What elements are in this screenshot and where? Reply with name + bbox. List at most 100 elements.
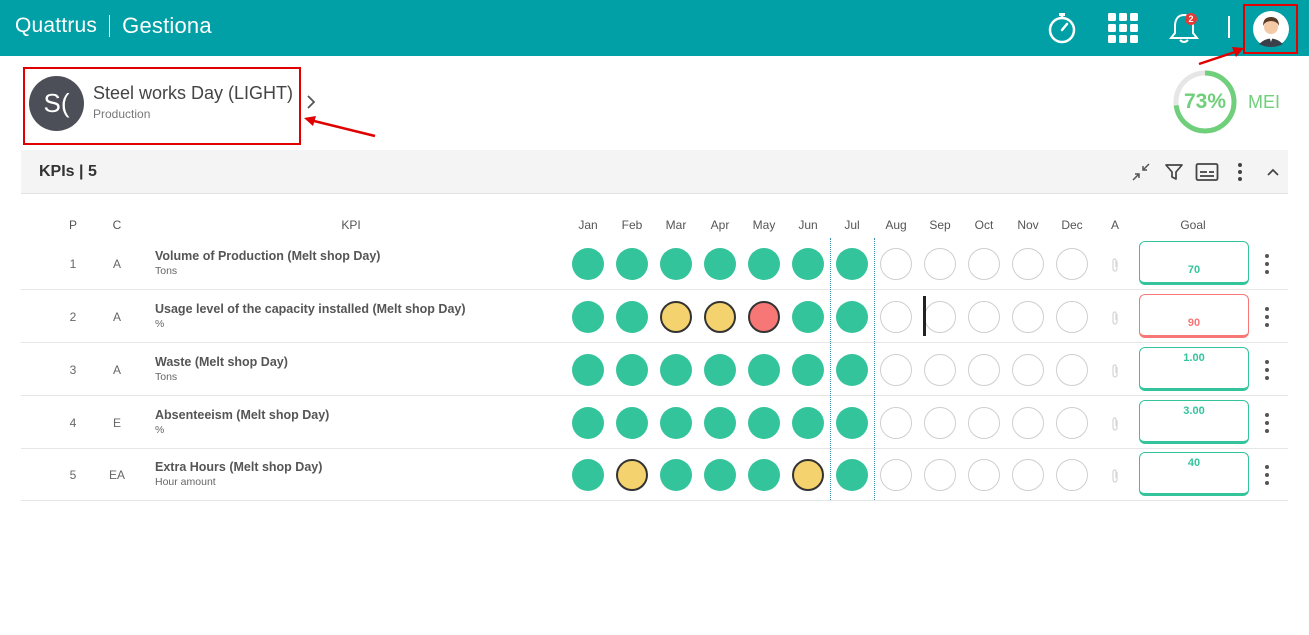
month-status-empty[interactable] (968, 459, 1000, 491)
month-status-green[interactable] (616, 407, 648, 439)
month-status-green[interactable] (572, 248, 604, 280)
month-status-green[interactable] (660, 354, 692, 386)
month-status-green[interactable] (748, 248, 780, 280)
month-status-empty[interactable] (1056, 459, 1088, 491)
kpi-name-link[interactable]: Extra Hours (Melt shop Day) (155, 460, 322, 474)
month-status-empty[interactable] (1012, 459, 1044, 491)
table-row[interactable]: 5 EA Extra Hours (Melt shop Day) Hour amoun… (21, 449, 1288, 501)
month-status-green[interactable] (748, 459, 780, 491)
month-status-empty[interactable] (1012, 301, 1044, 333)
header-c[interactable]: C (113, 218, 122, 232)
apps-grid-icon[interactable] (1104, 9, 1142, 47)
row-more-vert-icon[interactable] (1259, 360, 1275, 380)
user-avatar-button[interactable] (1243, 4, 1298, 54)
header-month[interactable]: Apr (711, 218, 730, 232)
table-row[interactable]: 1 A Volume of Production (Melt shop Day) To… (21, 238, 1288, 290)
month-status-green[interactable] (836, 248, 868, 280)
indicator-header[interactable]: S( Steel works Day (LIGHT) Production (23, 67, 301, 145)
month-status-green[interactable] (660, 407, 692, 439)
header-month[interactable]: Sep (929, 218, 950, 232)
header-month[interactable]: Mar (666, 218, 687, 232)
attachment-icon[interactable] (1109, 310, 1121, 326)
month-status-empty[interactable] (1012, 354, 1044, 386)
month-status-green[interactable] (660, 459, 692, 491)
month-status-green[interactable] (836, 301, 868, 333)
month-status-yellow[interactable] (616, 459, 648, 491)
month-status-green[interactable] (792, 248, 824, 280)
header-kpi[interactable]: KPI (341, 218, 360, 232)
kpi-name-link[interactable]: Usage level of the capacity installed (M… (155, 302, 466, 316)
header-month[interactable]: Aug (885, 218, 906, 232)
subtitles-icon[interactable] (1195, 160, 1219, 184)
row-more-vert-icon[interactable] (1259, 413, 1275, 433)
goal-box[interactable]: 3.00 (1139, 400, 1249, 444)
month-status-yellow[interactable] (792, 459, 824, 491)
table-row[interactable]: 2 A Usage level of the capacity installed … (21, 291, 1288, 343)
mei-gauge[interactable]: 73% (1172, 69, 1238, 135)
month-status-green[interactable] (792, 354, 824, 386)
row-more-vert-icon[interactable] (1259, 307, 1275, 327)
month-status-green[interactable] (572, 301, 604, 333)
month-status-empty[interactable] (1056, 354, 1088, 386)
header-month[interactable]: Jun (798, 218, 817, 232)
header-month[interactable]: Dec (1061, 218, 1082, 232)
month-status-green[interactable] (660, 248, 692, 280)
header-month[interactable]: Nov (1017, 218, 1038, 232)
attachment-icon[interactable] (1109, 468, 1121, 484)
kpi-name-link[interactable]: Volume of Production (Melt shop Day) (155, 249, 380, 263)
month-status-empty[interactable] (1056, 248, 1088, 280)
header-month[interactable]: Feb (622, 218, 643, 232)
header-month[interactable]: May (753, 218, 776, 232)
month-status-empty[interactable] (968, 301, 1000, 333)
month-status-yellow[interactable] (704, 301, 736, 333)
chevron-up-icon[interactable] (1261, 160, 1285, 184)
month-status-empty[interactable] (880, 354, 912, 386)
row-more-vert-icon[interactable] (1259, 254, 1275, 274)
month-status-empty[interactable] (924, 301, 956, 333)
header-attachments[interactable]: A (1111, 218, 1119, 232)
stopwatch-icon[interactable] (1043, 9, 1081, 47)
table-row[interactable]: 3 A Waste (Melt shop Day) Tons 1.00 (21, 344, 1288, 396)
kpi-name-link[interactable]: Absenteeism (Melt shop Day) (155, 408, 329, 422)
collapse-arrows-icon[interactable] (1129, 160, 1153, 184)
month-status-green[interactable] (616, 301, 648, 333)
header-month[interactable]: Jul (844, 218, 859, 232)
month-status-empty[interactable] (1012, 248, 1044, 280)
header-goal[interactable]: Goal (1180, 218, 1205, 232)
month-status-green[interactable] (704, 407, 736, 439)
header-p[interactable]: P (69, 218, 77, 232)
month-status-green[interactable] (704, 248, 736, 280)
month-status-green[interactable] (836, 407, 868, 439)
more-vert-icon[interactable] (1228, 160, 1252, 184)
header-month[interactable]: Oct (975, 218, 994, 232)
month-status-empty[interactable] (880, 459, 912, 491)
month-status-yellow[interactable] (660, 301, 692, 333)
month-status-empty[interactable] (924, 354, 956, 386)
month-status-green[interactable] (836, 354, 868, 386)
month-status-empty[interactable] (1012, 407, 1044, 439)
month-status-green[interactable] (616, 354, 648, 386)
month-status-empty[interactable] (880, 407, 912, 439)
month-status-empty[interactable] (968, 354, 1000, 386)
kpi-name-link[interactable]: Waste (Melt shop Day) (155, 355, 288, 369)
month-status-green[interactable] (836, 459, 868, 491)
table-row[interactable]: 4 E Absenteeism (Melt shop Day)% 3.00 (21, 397, 1288, 449)
month-status-empty[interactable] (968, 248, 1000, 280)
month-status-green[interactable] (572, 407, 604, 439)
month-status-green[interactable] (572, 459, 604, 491)
month-status-green[interactable] (572, 354, 604, 386)
month-status-empty[interactable] (924, 459, 956, 491)
month-status-empty[interactable] (924, 407, 956, 439)
month-status-empty[interactable] (1056, 407, 1088, 439)
month-status-green[interactable] (792, 407, 824, 439)
month-status-green[interactable] (748, 354, 780, 386)
month-status-empty[interactable] (968, 407, 1000, 439)
month-status-empty[interactable] (924, 248, 956, 280)
attachment-icon[interactable] (1109, 257, 1121, 273)
header-month[interactable]: Jan (578, 218, 597, 232)
month-status-green[interactable] (792, 301, 824, 333)
month-status-empty[interactable] (880, 248, 912, 280)
month-status-green[interactable] (704, 354, 736, 386)
month-status-empty[interactable] (1056, 301, 1088, 333)
goal-box[interactable]: 40 (1139, 452, 1249, 496)
